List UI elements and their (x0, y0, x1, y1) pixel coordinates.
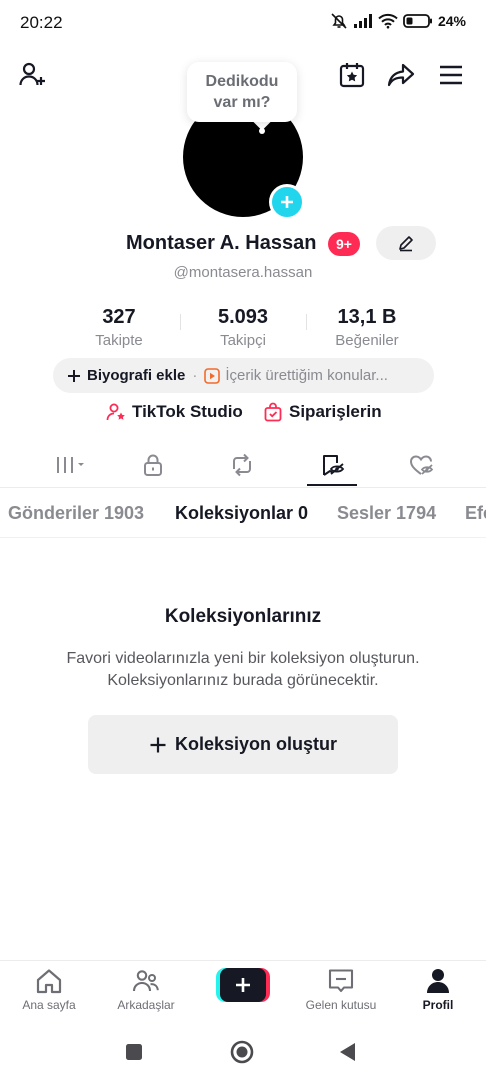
empty-state-description: Favori videolarınızla yeni bir koleksiyo… (30, 648, 456, 692)
pencil-icon (399, 236, 413, 252)
content-topics-label: İçerik ürettiğim konular... (225, 367, 388, 384)
menu-button[interactable] (434, 58, 468, 92)
person-star-icon (106, 403, 125, 421)
create-post-center (220, 968, 266, 1002)
lock-icon (144, 454, 162, 476)
bubble-line-1: Dedikodu (205, 73, 279, 90)
tab-videos-grid[interactable] (44, 446, 94, 484)
recent-apps-button[interactable] (120, 1038, 148, 1066)
links-row: TikTok Studio Siparişlerin (0, 402, 486, 426)
heart-eye-icon (409, 455, 434, 475)
android-nav-bar (0, 1024, 486, 1080)
note-bubble[interactable]: Dedikodu var mı? (187, 62, 297, 122)
tab-collections[interactable]: Koleksiyonlar 0 (175, 503, 308, 524)
stat-followers[interactable]: 5.093 Takipçi (183, 306, 303, 349)
username: @montasera.hassan (173, 264, 313, 281)
signal-icon (353, 14, 372, 28)
favorites-calendar-button[interactable] (335, 58, 369, 92)
friends-icon (132, 970, 159, 992)
grid-dropdown-icon (57, 457, 84, 473)
nav-label: Gelen kutusu (305, 998, 377, 1012)
tab-favorites[interactable] (307, 446, 357, 484)
nav-friends[interactable]: Arkadaşlar (101, 967, 191, 1012)
notification-badge: 9+ (328, 232, 360, 256)
edit-profile-button[interactable] (376, 226, 436, 260)
bookmark-eye-icon (323, 455, 345, 476)
status-icons: 24% (330, 12, 466, 30)
display-name: Montaser A. Hassan (126, 232, 317, 254)
repost-icon (233, 453, 251, 477)
square-icon (126, 1044, 142, 1060)
back-system-button[interactable] (334, 1038, 362, 1066)
tab-private[interactable] (128, 446, 178, 484)
stat-value: 13,1 B (337, 306, 397, 328)
active-tab-indicator (307, 484, 357, 486)
stat-following[interactable]: 327 Takipte (59, 306, 179, 349)
create-plus-icon (236, 978, 250, 992)
nav-label: Profil (422, 998, 454, 1012)
stat-divider (180, 314, 181, 330)
calendar-star-icon (339, 63, 365, 88)
create-collection-button[interactable]: Koleksiyon oluştur (88, 715, 398, 774)
plus-icon (68, 369, 80, 382)
wifi-icon (378, 13, 398, 29)
nav-label: Ana sayfa (22, 998, 76, 1012)
profile-icon (427, 969, 449, 993)
hamburger-menu-icon (440, 65, 462, 85)
stat-value: 5.093 (217, 306, 269, 328)
tab-liked[interactable] (397, 446, 447, 484)
nav-profile[interactable]: Profil (393, 967, 483, 1012)
mute-bell-icon (331, 13, 347, 29)
back-triangle-icon (340, 1043, 355, 1061)
plus-icon (150, 737, 166, 752)
bubble-line-2: var mı? (213, 94, 271, 111)
tiktok-studio-label: TikTok Studio (132, 402, 243, 421)
bio-pill[interactable]: Biyografi ekle · İçerik ürettiğim konula… (53, 358, 434, 393)
tiktok-studio-link[interactable]: TikTok Studio (106, 402, 243, 422)
home-system-button[interactable] (228, 1038, 256, 1066)
empty-state-title: Koleksiyonlarınız (164, 606, 322, 627)
shopping-bag-check-icon (264, 402, 282, 422)
status-bar: 20:22 24% (0, 0, 486, 46)
bubble-dot (259, 128, 265, 134)
empty-state-line-2: Koleksiyonlarınız burada görünecektir. (107, 672, 379, 689)
divider (0, 537, 486, 538)
bio-separator: · (192, 367, 198, 384)
add-friend-button[interactable] (16, 58, 50, 92)
empty-state-line-1: Favori videolarınızla yeni bir koleksiyo… (66, 650, 420, 667)
share-arrow-icon (387, 63, 415, 87)
tab-sounds[interactable]: Sesler 1794 (337, 503, 436, 524)
divider (0, 487, 486, 488)
tab-posts[interactable]: Gönderiler 1903 (8, 503, 144, 524)
stat-likes[interactable]: 13,1 B Beğeniler (307, 306, 427, 349)
add-user-icon (19, 62, 45, 86)
add-bio-label: Biyografi ekle (87, 367, 186, 384)
nav-inbox[interactable]: Gelen kutusu (296, 967, 386, 1012)
stat-label: Takipçi (220, 332, 266, 349)
battery-percentage: 24% (437, 13, 466, 29)
stat-value: 327 (102, 306, 136, 328)
share-profile-button[interactable] (384, 58, 418, 92)
home-icon (36, 969, 62, 994)
nav-home[interactable]: Ana sayfa (4, 967, 94, 1012)
stat-label: Takipte (95, 332, 143, 349)
orders-label: Siparişlerin (289, 402, 382, 421)
battery-icon (403, 14, 432, 28)
status-time: 20:22 (20, 13, 63, 32)
circle-icon (230, 1040, 254, 1064)
play-square-icon (204, 367, 221, 384)
nav-label: Arkadaşlar (117, 998, 175, 1012)
create-collection-label: Koleksiyon oluştur (174, 734, 338, 754)
orders-link[interactable]: Siparişlerin (263, 402, 382, 422)
inbox-icon (328, 969, 354, 993)
create-post-button[interactable] (216, 968, 270, 1002)
tab-effects[interactable]: Efe (465, 503, 486, 524)
plus-icon (281, 196, 293, 208)
stat-label: Beğeniler (335, 332, 399, 349)
add-story-button[interactable] (269, 184, 305, 220)
tab-reposts[interactable] (217, 446, 267, 484)
